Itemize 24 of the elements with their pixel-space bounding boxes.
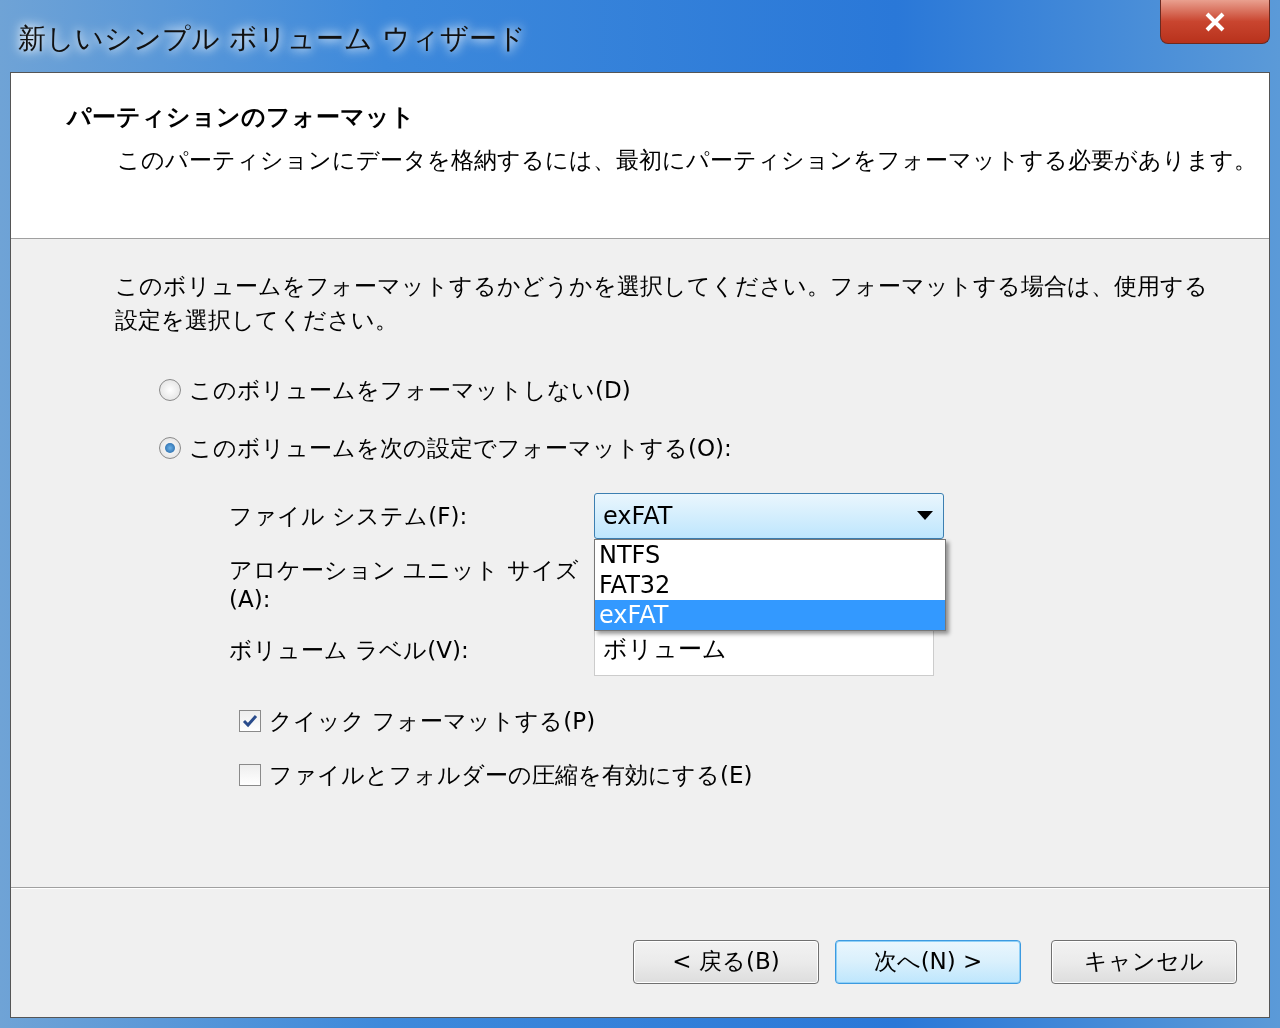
radio-label[interactable]: このボリュームをフォーマットしない(D) [189, 374, 631, 406]
dropdown-caret-icon [917, 511, 933, 520]
checkbox-label[interactable]: ファイルとフォルダーの圧縮を有効にする(E) [269, 759, 753, 791]
dropdown-option[interactable]: NTFS [595, 539, 945, 570]
file-system-dropdown[interactable]: exFAT [594, 492, 944, 539]
checkbox[interactable] [239, 710, 261, 732]
close-icon [1204, 11, 1226, 32]
file-system-label: ファイル システム(F): [229, 502, 469, 531]
wizard-button[interactable]: キャンセル [1051, 939, 1237, 984]
radio-button[interactable] [159, 437, 181, 459]
radio-button[interactable] [159, 379, 181, 401]
checkbox[interactable] [239, 764, 261, 786]
wizard-button[interactable]: 次へ(N) > [835, 939, 1021, 984]
page-description: このパーティションにデータを格納するには、最初にパーティションをフォーマットする必要があります。 [117, 146, 1258, 175]
page-heading: パーティションのフォーマット [67, 102, 416, 133]
window-title: 新しいシンプル ボリューム ウィザード [18, 21, 526, 57]
instruction-text: このボリュームをフォーマットするかどうかを選択してください。フォーマットする場合は、使用する設定を選択してください。 [115, 272, 1209, 335]
allocation-unit-label: アロケーション ユニット サイズ(A): [229, 556, 580, 612]
wizard-button[interactable]: < 戻る(B) [633, 939, 819, 984]
close-button[interactable] [1160, 0, 1270, 44]
checkbox-label[interactable]: クイック フォーマットする(P) [269, 705, 596, 737]
volume-label-label: ボリューム ラベル(V): [229, 636, 470, 665]
radio-label[interactable]: このボリュームを次の設定でフォーマットする(O): [189, 432, 732, 464]
dropdown-option[interactable]: FAT32 [595, 569, 945, 600]
